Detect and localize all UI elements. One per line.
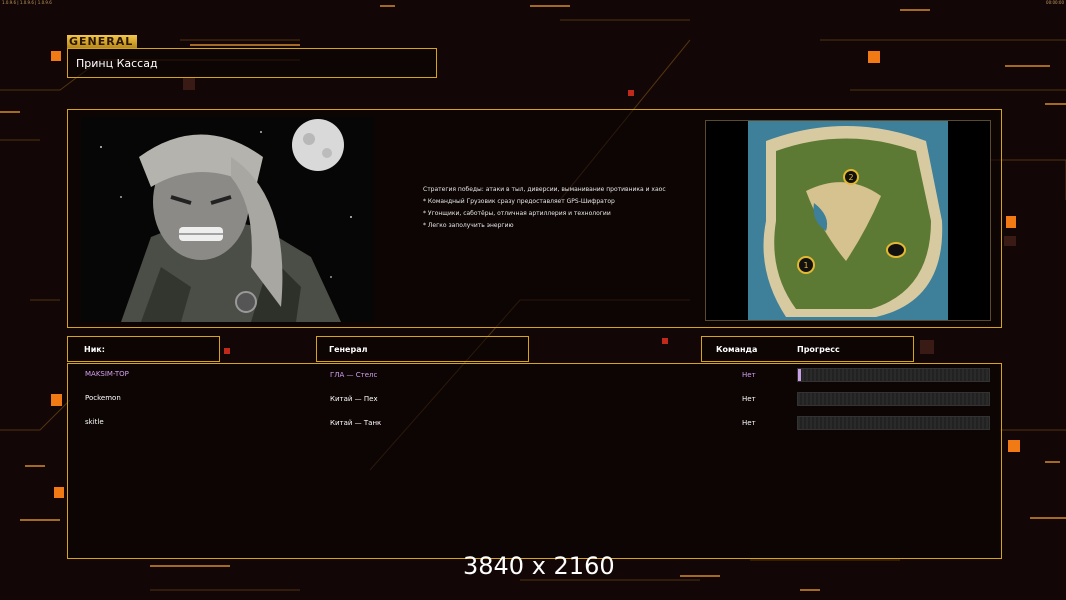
player-general: ГЛА — Стелс <box>330 371 378 379</box>
column-label-general: Генерал <box>329 345 368 354</box>
map-preview: 2 1 <box>705 120 991 321</box>
status-clock: 00:00:00 <box>1046 0 1064 5</box>
map-start-position: 1 <box>803 261 808 270</box>
description-line: Стратегия победы: атаки в тыл, диверсии,… <box>423 186 666 193</box>
column-header-nick: Ник: <box>67 336 220 362</box>
general-description: Стратегия победы: атаки в тыл, диверсии,… <box>423 186 743 234</box>
player-progress-fill <box>798 369 801 381</box>
general-name: Принц Кассад <box>76 57 158 70</box>
column-label-team: Команда <box>716 345 758 354</box>
player-team: Нет <box>742 371 756 379</box>
column-label-nick: Ник: <box>84 345 105 354</box>
player-row[interactable]: MAKSIM-TOP ГЛА — Стелс Нет <box>68 366 1003 386</box>
player-progress-bar <box>797 392 990 406</box>
description-line: * Командный Грузовик сразу предоставляет… <box>423 198 615 205</box>
portrait-image <box>81 117 374 322</box>
players-list: MAKSIM-TOP ГЛА — Стелс Нет Pockemon Кита… <box>67 363 1002 559</box>
general-tag: GENERAL <box>67 35 137 48</box>
general-name-panel: Принц Кассад <box>67 48 437 78</box>
player-nick: Pockemon <box>85 394 121 402</box>
column-header-general: Генерал <box>316 336 529 362</box>
status-left-text: 1.0.9.6 | 1.0.9.6 | 1.0.9.6 <box>2 0 52 5</box>
system-status-bar: 1.0.9.6 | 1.0.9.6 | 1.0.9.6 00:00:00 <box>0 0 1066 6</box>
player-progress-bar <box>797 368 990 382</box>
map-start-position: 2 <box>848 173 853 182</box>
player-team: Нет <box>742 395 756 403</box>
player-row[interactable]: skitle Китай — Танк Нет <box>68 414 1003 434</box>
player-team: Нет <box>742 419 756 427</box>
description-line: * Угонщики, саботёры, отличная артиллери… <box>423 210 611 217</box>
column-header-team: Команда Прогресс <box>701 336 914 362</box>
player-general: Китай — Танк <box>330 419 382 427</box>
player-nick: MAKSIM-TOP <box>85 370 129 378</box>
resolution-watermark: 3840 x 2160 <box>463 552 615 580</box>
player-general: Китай — Пех <box>330 395 378 403</box>
general-info-panel: Стратегия победы: атаки в тыл, диверсии,… <box>67 109 1002 328</box>
description-line: * Легко заполучить энергию <box>423 222 514 229</box>
map-thumbnail: 2 1 <box>706 121 990 320</box>
player-progress-bar <box>797 416 990 430</box>
column-label-progress: Прогресс <box>797 345 840 354</box>
player-row[interactable]: Pockemon Китай — Пех Нет <box>68 390 1003 410</box>
player-nick: skitle <box>85 418 104 426</box>
